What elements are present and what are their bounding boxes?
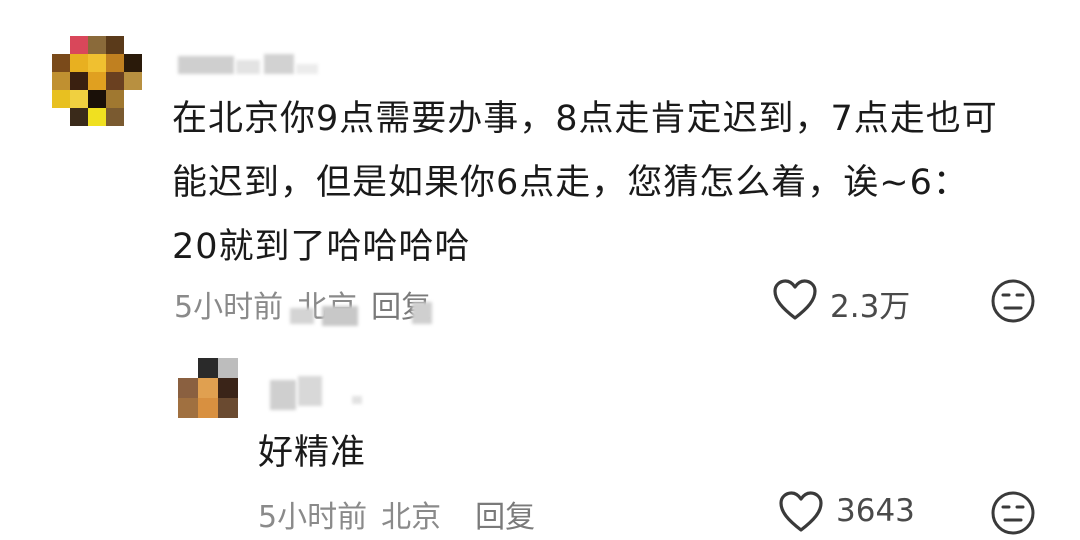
heart-outline-icon bbox=[773, 279, 817, 320]
comment-line: 在北京你9点需要办事，8点走肯定迟到，7点走也可 bbox=[172, 99, 998, 139]
comment-text: 在北京你9点需要办事，8点走肯定迟到，7点走也可 能迟到，但是如果你6点走，您猜… bbox=[172, 96, 1052, 270]
comment-line: 能迟到，但是如果你6点走，您猜怎么着，诶~6： bbox=[172, 163, 969, 203]
like-count: 2.3万 bbox=[830, 289, 911, 325]
reply-meta: 5小时前 北京 回复 bbox=[258, 492, 549, 536]
dislike-button[interactable] bbox=[990, 278, 1036, 324]
comment-line: 20就到了哈哈哈哈 bbox=[172, 227, 471, 267]
dislike-button[interactable] bbox=[990, 490, 1036, 536]
avatar[interactable] bbox=[52, 36, 144, 128]
like-count: 3643 bbox=[836, 493, 915, 529]
location: 北京 bbox=[381, 500, 442, 535]
timestamp: 5小时前 bbox=[174, 290, 284, 325]
neutral-face-icon bbox=[991, 491, 1035, 535]
reply-text: 好精准 bbox=[258, 433, 367, 473]
like-button[interactable]: 2.3万 bbox=[772, 278, 922, 325]
avatar[interactable] bbox=[178, 358, 238, 420]
timestamp: 5小时前 bbox=[258, 500, 368, 535]
heart-outline-icon bbox=[779, 491, 823, 532]
reply-button[interactable]: 回复 bbox=[475, 500, 535, 535]
like-button[interactable]: 3643 bbox=[778, 490, 928, 536]
neutral-face-icon bbox=[991, 279, 1035, 323]
